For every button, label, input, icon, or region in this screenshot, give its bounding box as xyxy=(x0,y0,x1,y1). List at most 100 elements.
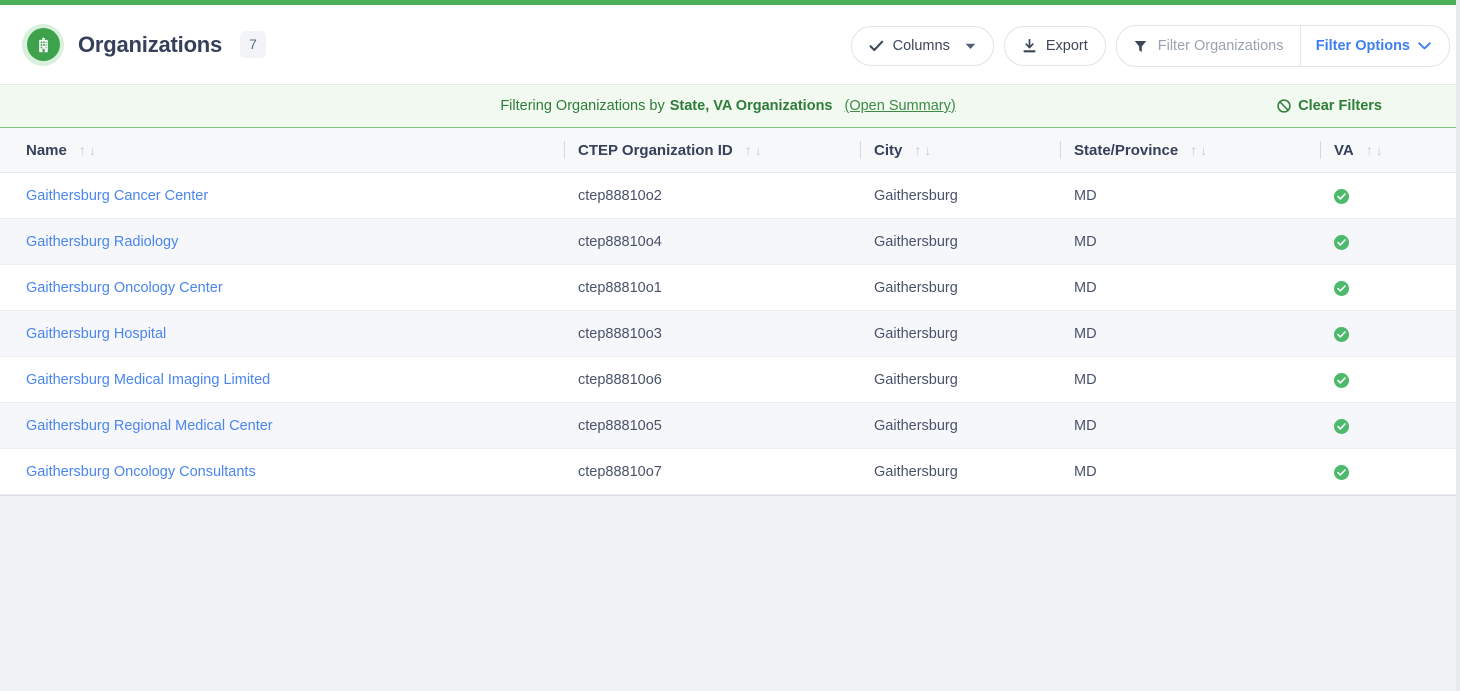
column-header-state-province[interactable]: State/Province ↑ ↓ xyxy=(1048,128,1308,173)
table-row[interactable]: Gaithersburg Oncology Center ctep88810o1 G… xyxy=(0,264,1456,311)
funnel-icon xyxy=(1134,40,1147,53)
cell-city: Gaithersburg xyxy=(848,448,1048,495)
organization-link[interactable]: Gaithersburg Regional Medical Center xyxy=(26,418,273,434)
cell-name: Gaithersburg Oncology Consultants xyxy=(0,448,552,495)
check-icon xyxy=(869,40,884,52)
sort-icons[interactable]: ↑ ↓ xyxy=(79,143,96,157)
clear-filters-label: Clear Filters xyxy=(1298,98,1382,114)
open-summary-link[interactable]: (Open Summary) xyxy=(844,98,955,114)
cell-city: Gaithersburg xyxy=(848,218,1048,265)
cell-ctep-organization-id: ctep88810o5 xyxy=(552,402,848,449)
table-row[interactable]: Gaithersburg Medical Imaging Limited ctep… xyxy=(0,356,1456,403)
page-title: Organizations xyxy=(78,31,223,57)
sort-descending-icon[interactable]: ↓ xyxy=(1200,143,1207,157)
cell-city: Gaithersburg xyxy=(848,310,1048,357)
cell-ctep-organization-id: ctep88810o6 xyxy=(552,356,848,403)
sort-ascending-icon[interactable]: ↑ xyxy=(1190,143,1197,157)
sort-icons[interactable]: ↑ ↓ xyxy=(1366,143,1383,157)
organizations-card: Organizations 7 Columns Export Filter Or… xyxy=(0,5,1456,496)
va-check-icon xyxy=(1334,188,1349,204)
cell-name: Gaithersburg Cancer Center xyxy=(0,172,552,219)
cell-name: Gaithersburg Regional Medical Center xyxy=(0,402,552,449)
table-row[interactable]: Gaithersburg Hospital ctep88810o3 Gaithers… xyxy=(0,310,1456,357)
sort-ascending-icon[interactable]: ↑ xyxy=(745,143,752,157)
va-check-icon xyxy=(1334,280,1349,296)
table-row[interactable]: Gaithersburg Oncology Consultants ctep888… xyxy=(0,448,1456,495)
sort-descending-icon[interactable]: ↓ xyxy=(1376,143,1383,157)
sort-descending-icon[interactable]: ↓ xyxy=(924,143,931,157)
export-button[interactable]: Export xyxy=(1003,26,1106,66)
table-row[interactable]: Gaithersburg Regional Medical Center ctep… xyxy=(0,402,1456,449)
cell-va xyxy=(1308,264,1456,311)
va-check-icon xyxy=(1334,326,1349,342)
cell-city: Gaithersburg xyxy=(848,402,1048,449)
table-header-row: Name ↑ ↓ CTEP Organization ID ↑ ↓ City ↑… xyxy=(0,128,1456,173)
organization-link[interactable]: Gaithersburg Radiology xyxy=(26,234,178,250)
page-header: Organizations 7 Columns Export Filter Or… xyxy=(0,5,1456,84)
organization-link[interactable]: Gaithersburg Oncology Center xyxy=(26,280,223,296)
scrollbar-track[interactable] xyxy=(1456,0,1460,691)
filter-group: Filter Options xyxy=(1115,25,1450,67)
cell-va xyxy=(1308,310,1456,357)
cell-name: Gaithersburg Radiology xyxy=(0,218,552,265)
sort-icons[interactable]: ↑ ↓ xyxy=(914,143,931,157)
organization-link[interactable]: Gaithersburg Medical Imaging Limited xyxy=(26,372,270,388)
cell-ctep-organization-id: ctep88810o3 xyxy=(552,310,848,357)
cell-ctep-organization-id: ctep88810o2 xyxy=(552,172,848,219)
column-header-ctep-organization-id-label: CTEP Organization ID xyxy=(578,141,733,159)
building-icon xyxy=(26,28,60,61)
chevron-down-icon xyxy=(965,43,976,50)
organizations-table: Name ↑ ↓ CTEP Organization ID ↑ ↓ City ↑… xyxy=(0,128,1456,495)
cell-va xyxy=(1308,356,1456,403)
sort-ascending-icon[interactable]: ↑ xyxy=(914,143,921,157)
organization-link[interactable]: Gaithersburg Hospital xyxy=(26,326,166,342)
cell-name: Gaithersburg Medical Imaging Limited xyxy=(0,356,552,403)
column-header-city-label: City xyxy=(874,141,903,159)
column-header-va[interactable]: VA ↑ ↓ xyxy=(1308,128,1456,173)
filter-banner-prefix: Filtering Organizations by xyxy=(500,98,665,114)
organization-link[interactable]: Gaithersburg Oncology Consultants xyxy=(26,464,256,480)
sort-icons[interactable]: ↑ ↓ xyxy=(745,143,762,157)
title-group: Organizations 7 xyxy=(22,23,266,66)
organization-link[interactable]: Gaithersburg Cancer Center xyxy=(26,188,208,204)
cell-state-province: MD xyxy=(1048,264,1308,311)
sort-ascending-icon[interactable]: ↑ xyxy=(79,143,86,157)
filter-banner-criteria: State, VA Organizations xyxy=(669,98,833,114)
clear-filters-button[interactable]: Clear Filters xyxy=(1277,98,1382,114)
va-check-icon xyxy=(1334,418,1349,434)
cell-state-province: MD xyxy=(1048,402,1308,449)
cell-name: Gaithersburg Oncology Center xyxy=(0,264,552,311)
filter-options-label: Filter Options xyxy=(1315,38,1410,54)
column-header-city[interactable]: City ↑ ↓ xyxy=(848,128,1048,173)
column-header-va-label: VA xyxy=(1334,141,1354,159)
va-check-icon xyxy=(1334,372,1349,388)
cell-ctep-organization-id: ctep88810o1 xyxy=(552,264,848,311)
filter-input-wrap[interactable] xyxy=(1117,26,1301,66)
sort-icons[interactable]: ↑ ↓ xyxy=(1190,143,1207,157)
cell-ctep-organization-id: ctep88810o7 xyxy=(552,448,848,495)
table-row[interactable]: Gaithersburg Radiology ctep88810o4 Gaither… xyxy=(0,218,1456,265)
columns-button[interactable]: Columns xyxy=(850,26,994,66)
search-input[interactable] xyxy=(1155,37,1286,55)
cell-state-province: MD xyxy=(1048,218,1308,265)
cell-va xyxy=(1308,218,1456,265)
organizations-count-badge: 7 xyxy=(240,31,266,58)
column-header-name[interactable]: Name ↑ ↓ xyxy=(0,128,552,173)
table-header: Name ↑ ↓ CTEP Organization ID ↑ ↓ City ↑… xyxy=(0,128,1456,173)
ban-icon xyxy=(1277,99,1291,113)
download-icon xyxy=(1022,38,1037,54)
chevron-down-icon xyxy=(1418,42,1431,50)
columns-button-label: Columns xyxy=(892,38,950,54)
table-row[interactable]: Gaithersburg Cancer Center ctep88810o2 Gai… xyxy=(0,172,1456,219)
sort-descending-icon[interactable]: ↓ xyxy=(89,143,96,157)
cell-state-province: MD xyxy=(1048,448,1308,495)
cell-city: Gaithersburg xyxy=(848,356,1048,403)
column-header-ctep-organization-id[interactable]: CTEP Organization ID ↑ ↓ xyxy=(552,128,848,173)
header-actions: Columns Export Filter Organizations... F… xyxy=(850,25,1456,67)
sort-descending-icon[interactable]: ↓ xyxy=(755,143,762,157)
sort-ascending-icon[interactable]: ↑ xyxy=(1366,143,1373,157)
va-check-icon xyxy=(1334,234,1349,250)
cell-city: Gaithersburg xyxy=(848,264,1048,311)
organizations-avatar xyxy=(22,23,64,66)
filter-options-button[interactable]: Filter Options xyxy=(1301,26,1449,66)
